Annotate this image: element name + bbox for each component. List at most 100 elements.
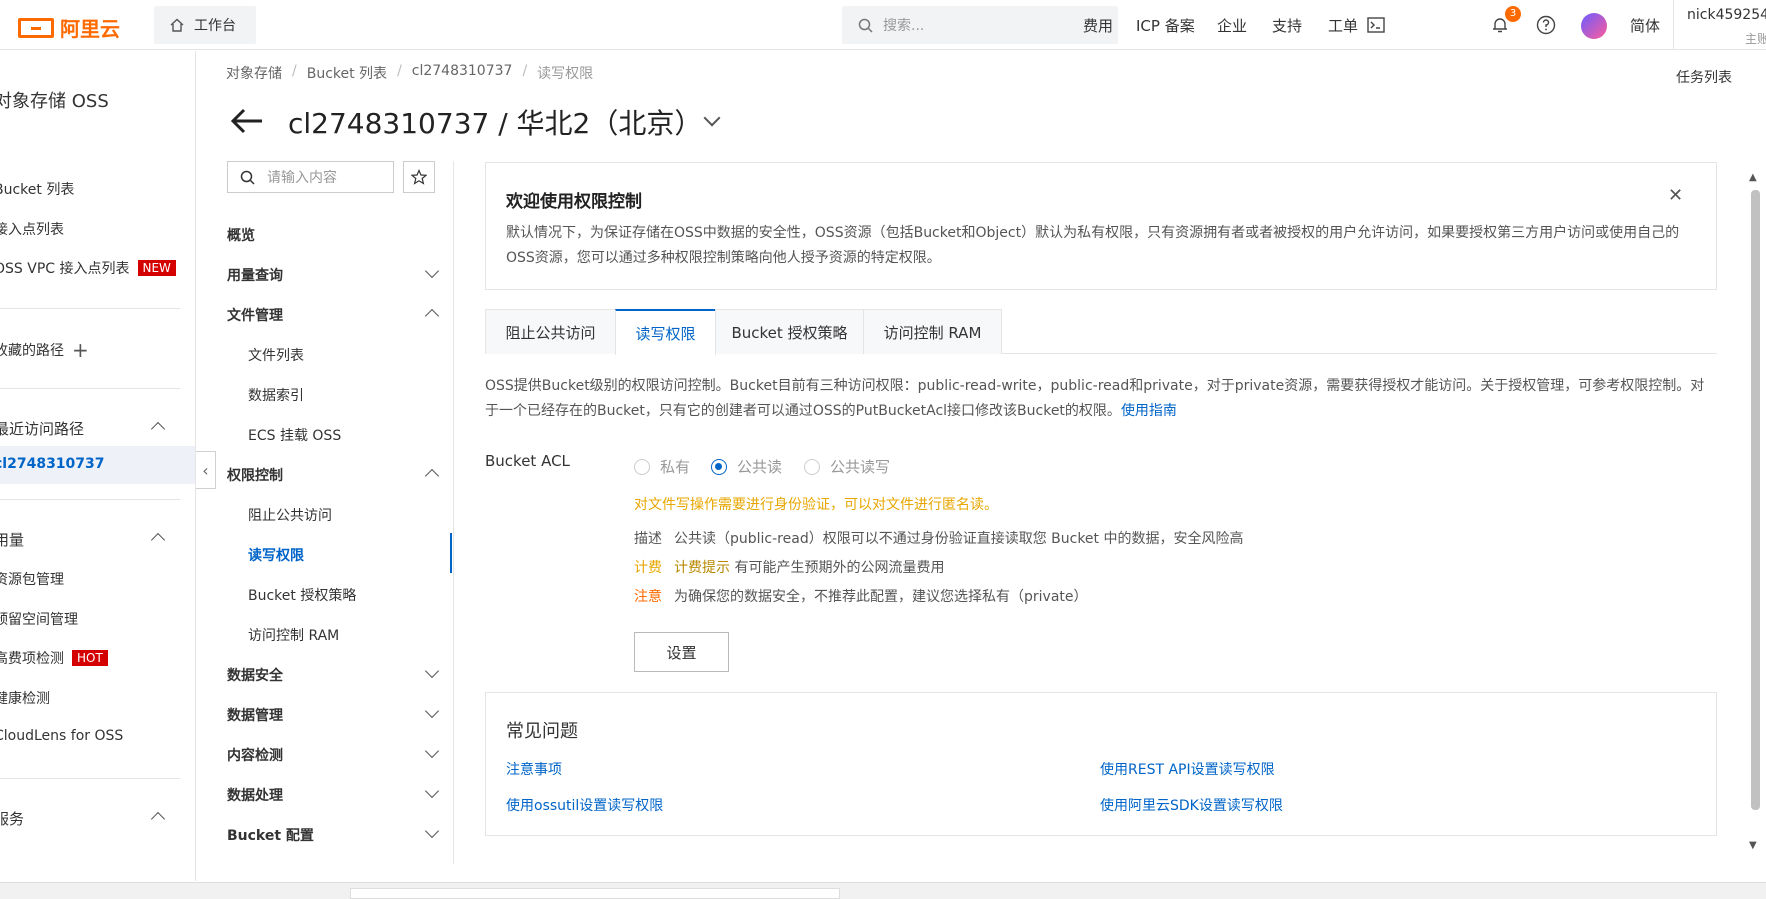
subnav-bucket-config[interactable]: Bucket 配置: [227, 825, 314, 845]
star-icon[interactable]: [403, 161, 435, 193]
global-search-input[interactable]: 搜索...: [842, 6, 1118, 44]
subnav-file-management[interactable]: 文件管理: [227, 305, 283, 325]
radio-public-read-write[interactable]: 公共读写: [804, 456, 890, 477]
chevron-down-icon[interactable]: [424, 783, 440, 799]
search-placeholder: 搜索...: [883, 18, 925, 34]
help-icon[interactable]: [1534, 13, 1558, 37]
subnav-file-list[interactable]: 文件列表: [248, 345, 304, 365]
sidebar-item-high-cost-detect[interactable]: 高费项检测 HOT: [0, 648, 108, 668]
acl-description-text: OSS提供Bucket级别的权限访问控制。Bucket目前有三种访问权限：pub…: [485, 378, 1705, 419]
subnav-ram[interactable]: 访问控制 RAM: [248, 625, 339, 645]
subnav-usage-query[interactable]: 用量查询: [227, 265, 283, 285]
sidebar-collapse-button[interactable]: ‹: [196, 451, 216, 489]
radio-private[interactable]: 私有: [634, 456, 690, 477]
subnav-content-detection[interactable]: 内容检测: [227, 745, 283, 765]
chevron-down-icon[interactable]: [424, 703, 440, 719]
sidebar-services[interactable]: 服务: [0, 808, 24, 829]
subnav-search-input[interactable]: 请输入内容: [227, 161, 394, 193]
sidebar-item-reserved-space[interactable]: 预留空间管理: [0, 609, 78, 629]
aliyun-logo[interactable]: 阿里云: [18, 13, 120, 42]
search-icon: [858, 18, 873, 33]
task-list-link[interactable]: 任务列表: [1676, 67, 1732, 87]
user-name[interactable]: nick4592547: [1687, 7, 1766, 23]
faq-link-ossutil[interactable]: 使用ossutil设置读写权限: [506, 795, 663, 815]
usage-guide-link[interactable]: 使用指南: [1121, 403, 1177, 419]
breadcrumb-oss[interactable]: 对象存储: [226, 63, 282, 83]
chevron-up-icon[interactable]: [424, 468, 440, 484]
chevron-down-icon[interactable]: [424, 263, 440, 279]
breadcrumb-bucket[interactable]: cl2748310737: [412, 63, 513, 83]
chevron-up-icon[interactable]: [150, 811, 166, 827]
sidebar-usage[interactable]: 用量: [0, 529, 24, 550]
new-tag: NEW: [137, 260, 176, 276]
radio-dot: [711, 458, 727, 475]
vertical-scrollbar[interactable]: [1751, 190, 1760, 810]
chevron-up-icon[interactable]: [424, 308, 440, 324]
acl-warning: 对文件写操作需要进行身份验证，可以对文件进行匿名读。: [634, 497, 998, 513]
subnav-bucket-policy[interactable]: Bucket 授权策略: [248, 585, 356, 605]
breadcrumb: 对象存储 / Bucket 列表 / cl2748310737/ 读写权限: [226, 63, 594, 83]
language-switch[interactable]: 简体: [1630, 15, 1660, 36]
breadcrumb-bucket-list[interactable]: Bucket 列表: [307, 63, 387, 83]
sidebar-item-access-points[interactable]: 接入点列表: [0, 219, 64, 239]
scroll-down-arrow[interactable]: ▼: [1749, 840, 1757, 851]
subnav-permission-control[interactable]: 权限控制: [227, 465, 283, 485]
acl-description: OSS提供Bucket级别的权限访问控制。Bucket目前有三种访问权限：pub…: [485, 374, 1717, 424]
nav-ticket[interactable]: 工单: [1328, 15, 1358, 36]
close-icon[interactable]: ✕: [1668, 185, 1683, 206]
add-icon[interactable]: +: [72, 338, 89, 362]
subnav-read-write-permission[interactable]: 读写权限: [248, 545, 304, 565]
terminal-icon[interactable]: [1364, 13, 1388, 37]
home-icon: [170, 18, 184, 32]
sidebar-favorites[interactable]: 收藏的路径 +: [0, 338, 89, 362]
breadcrumb-current: 读写权限: [537, 66, 594, 82]
subnav-ecs-mount[interactable]: ECS 挂载 OSS: [248, 425, 341, 445]
sidebar-item-cloudlens[interactable]: CloudLens for OSS: [0, 728, 123, 744]
nav-fees[interactable]: 费用: [1083, 15, 1113, 36]
subnav-data-management[interactable]: 数据管理: [227, 705, 283, 725]
subnav-block-public-access[interactable]: 阻止公共访问: [248, 505, 332, 525]
back-arrow-icon[interactable]: [230, 106, 264, 136]
subnav-data-index[interactable]: 数据索引: [248, 385, 304, 405]
tab-read-write-permission[interactable]: 读写权限: [615, 309, 716, 355]
acl-desc-row: 描述 公共读（public-read）权限可以不通过身份验证直接读取您 Buck…: [634, 528, 1244, 548]
subnav-overview[interactable]: 概览: [227, 225, 255, 245]
tab-bucket-policy[interactable]: Bucket 授权策略: [715, 309, 864, 354]
chevron-up-icon[interactable]: [150, 532, 166, 548]
sidebar-item-bucket-list[interactable]: Bucket 列表: [0, 179, 74, 199]
horizontal-scrollbar[interactable]: [350, 888, 840, 899]
chevron-down-icon[interactable]: [424, 823, 440, 839]
divider: [0, 499, 180, 500]
divider: [0, 778, 180, 779]
chevron-down-icon[interactable]: [703, 109, 721, 127]
faq-link-notes[interactable]: 注意事项: [506, 759, 562, 779]
chevron-up-icon[interactable]: [150, 421, 166, 437]
nav-enterprise[interactable]: 企业: [1217, 15, 1247, 36]
sidebar-item-health-check[interactable]: 健康检测: [0, 688, 50, 708]
subnav-data-processing[interactable]: 数据处理: [227, 785, 283, 805]
radio-public-read[interactable]: 公共读: [711, 456, 782, 477]
faq-link-rest-api[interactable]: 使用REST API设置读写权限: [1100, 759, 1275, 779]
note-text: 为确保您的数据安全，不推荐此配置，建议您选择私有（private）: [674, 589, 1088, 605]
scroll-up-arrow[interactable]: ▲: [1749, 172, 1757, 183]
chevron-down-icon[interactable]: [424, 743, 440, 759]
horizontal-scrollbar-track: [0, 882, 1766, 899]
nav-support[interactable]: 支持: [1272, 15, 1302, 36]
faq-panel: 常见问题 注意事项 使用REST API设置读写权限 使用ossutil设置读写…: [485, 692, 1717, 836]
welcome-notice: 欢迎使用权限控制 默认情况下，为保证存储在OSS中数据的安全性，OSS资源（包括…: [485, 162, 1717, 290]
workbench-button[interactable]: 工作台: [154, 6, 256, 44]
sidebar-recent-paths[interactable]: 最近访问路径: [0, 418, 84, 439]
set-button[interactable]: 设置: [634, 632, 729, 672]
acl-note-row: 注意 为确保您的数据安全，不推荐此配置，建议您选择私有（private）: [634, 586, 1088, 606]
tab-block-public-access[interactable]: 阻止公共访问: [485, 309, 616, 354]
faq-link-sdk[interactable]: 使用阿里云SDK设置读写权限: [1100, 795, 1283, 815]
chevron-down-icon[interactable]: [424, 663, 440, 679]
sidebar-item-resource-packs[interactable]: 资源包管理: [0, 569, 64, 589]
avatar[interactable]: [1581, 13, 1607, 39]
subnav-data-security[interactable]: 数据安全: [227, 665, 283, 685]
nav-icp[interactable]: ICP 备案: [1136, 15, 1195, 36]
sidebar-item-vpc-access-points[interactable]: OSS VPC 接入点列表 NEW: [0, 258, 176, 278]
sidebar-recent-bucket[interactable]: cl2748310737: [0, 456, 105, 472]
logo-icon: [18, 17, 54, 38]
tab-ram[interactable]: 访问控制 RAM: [863, 309, 1002, 354]
